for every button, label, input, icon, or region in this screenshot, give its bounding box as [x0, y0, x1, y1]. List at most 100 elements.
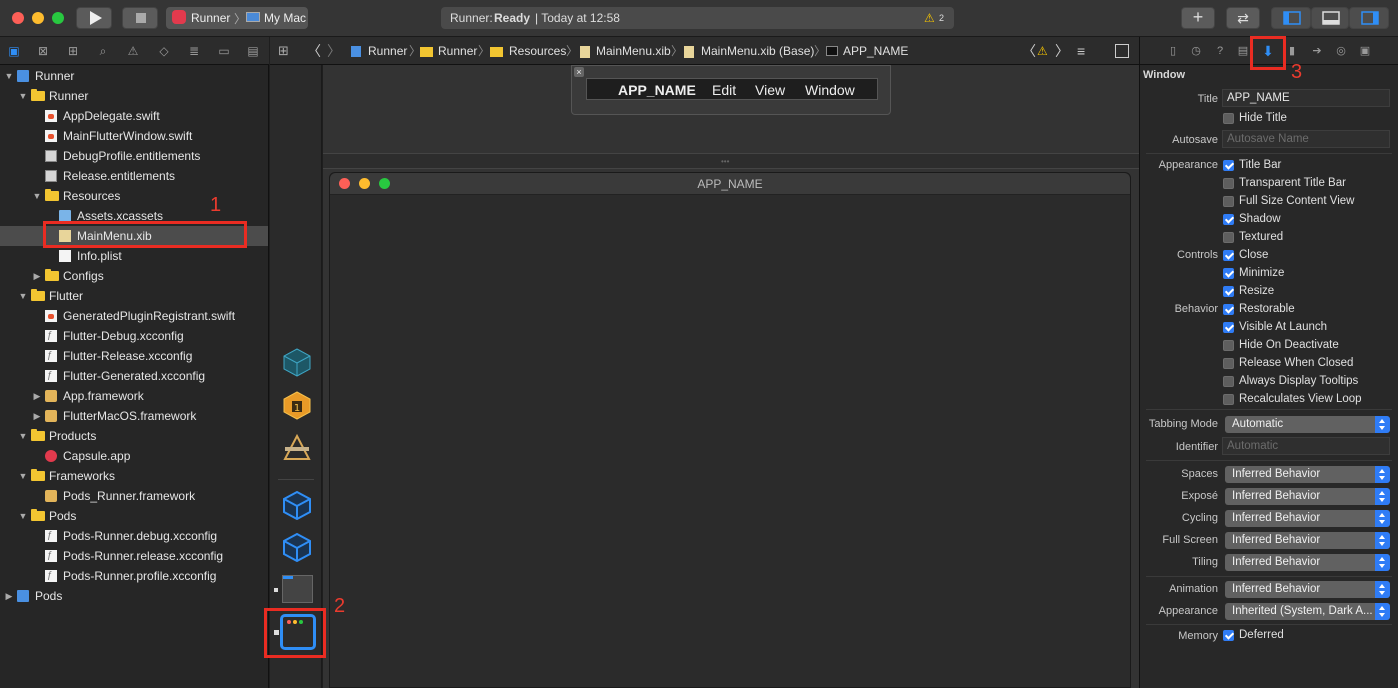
disclosure-open-icon[interactable]: ▼: [18, 506, 28, 526]
tree-row[interactable]: ▶ Configs: [0, 266, 268, 286]
scheme-selector[interactable]: Runner 〉 My Mac: [166, 7, 308, 29]
disclosure-closed-icon[interactable]: ▶: [32, 406, 42, 426]
option-checkbox[interactable]: [1223, 178, 1234, 189]
tree-row[interactable]: Flutter-Release.xcconfig: [0, 346, 268, 366]
tree-row[interactable]: Capsule.app: [0, 446, 268, 466]
debug-icon[interactable]: ≣: [187, 44, 201, 58]
placeholder-cube-icon[interactable]: [282, 347, 312, 377]
full-screen-popup[interactable]: Inferred Behavior: [1225, 532, 1390, 549]
crumb-mainmenu-xib[interactable]: MainMenu.xib: [596, 37, 671, 65]
zoom-window-button[interactable]: [52, 12, 64, 24]
crumb-mainmenu-base[interactable]: MainMenu.xib (Base): [701, 37, 814, 65]
tree-row[interactable]: ▼ Frameworks: [0, 466, 268, 486]
menu-edit[interactable]: Edit: [712, 79, 736, 101]
disclosure-closed-icon[interactable]: ▶: [32, 266, 42, 286]
tree-row[interactable]: MainFlutterWindow.swift: [0, 126, 268, 146]
crumb-runner-project[interactable]: Runner: [368, 37, 407, 65]
option-checkbox[interactable]: [1223, 232, 1234, 243]
object-cube-icon[interactable]: [282, 490, 312, 520]
deferred-checkbox[interactable]: [1223, 630, 1234, 641]
history-icon[interactable]: ◷: [1189, 44, 1203, 58]
menu-window[interactable]: Window: [805, 79, 855, 101]
option-checkbox[interactable]: [1223, 196, 1234, 207]
identity-icon[interactable]: ▤: [1236, 44, 1250, 58]
tree-row[interactable]: AppDelegate.swift: [0, 106, 268, 126]
help-icon[interactable]: ?: [1213, 44, 1227, 58]
bindings-icon[interactable]: ◎: [1334, 44, 1348, 58]
option-checkbox[interactable]: [1223, 358, 1234, 369]
animation-popup[interactable]: Inferred Behavior: [1225, 581, 1390, 598]
code-review-button[interactable]: ⇄: [1226, 7, 1260, 29]
tree-row[interactable]: Flutter-Debug.xcconfig: [0, 326, 268, 346]
warning-icon[interactable]: ⚠: [1037, 37, 1048, 65]
size-inspector-icon[interactable]: ▮: [1285, 44, 1299, 58]
disclosure-closed-icon[interactable]: ▶: [32, 386, 42, 406]
run-button[interactable]: [76, 7, 112, 29]
disclosure-open-icon[interactable]: ▼: [18, 466, 28, 486]
close-window-button[interactable]: [12, 12, 24, 24]
toggle-navigator-button[interactable]: [1271, 7, 1311, 29]
tree-row[interactable]: ▼ Runner: [0, 86, 268, 106]
tiling-popup[interactable]: Inferred Behavior: [1225, 554, 1390, 571]
disclosure-open-icon[interactable]: ▼: [18, 86, 28, 106]
effects-icon[interactable]: ▣: [1358, 44, 1372, 58]
appearance-popup[interactable]: Inherited (System, Dark A...: [1225, 603, 1390, 620]
window-preview[interactable]: APP_NAME: [329, 172, 1131, 688]
grid-icon[interactable]: ⊞: [278, 37, 289, 65]
main-menu-icon[interactable]: [282, 575, 313, 603]
toggle-debug-area-button[interactable]: [1311, 7, 1349, 29]
tree-row[interactable]: ▼ Products: [0, 426, 268, 446]
tree-row[interactable]: Pods-Runner.release.xcconfig: [0, 546, 268, 566]
tree-row[interactable]: ▼ Pods: [0, 506, 268, 526]
first-responder-icon[interactable]: 1: [282, 390, 312, 420]
crumb-resources[interactable]: Resources: [509, 37, 566, 65]
close-icon[interactable]: ×: [574, 67, 584, 77]
option-checkbox[interactable]: [1223, 376, 1234, 387]
menu-view[interactable]: View: [755, 79, 785, 101]
forward-icon[interactable]: 〉: [327, 37, 341, 65]
connections-icon[interactable]: ➔: [1310, 44, 1324, 58]
tree-row[interactable]: ▼ Flutter: [0, 286, 268, 306]
previous-issue-icon[interactable]: 〈: [1022, 37, 1036, 65]
option-checkbox[interactable]: [1223, 304, 1234, 315]
option-checkbox[interactable]: [1223, 322, 1234, 333]
option-checkbox[interactable]: [1223, 214, 1234, 225]
option-checkbox[interactable]: [1223, 394, 1234, 405]
tree-row[interactable]: ▶ App.framework: [0, 386, 268, 406]
lines-icon[interactable]: ≡: [1077, 37, 1085, 65]
autosave-field[interactable]: Autosave Name: [1222, 130, 1390, 148]
option-checkbox[interactable]: [1223, 250, 1234, 261]
report-icon[interactable]: ▤: [246, 44, 260, 58]
disclosure-closed-icon[interactable]: ▶: [4, 586, 14, 606]
crumb-runner-folder[interactable]: Runner: [438, 37, 477, 65]
library-button[interactable]: +: [1181, 7, 1215, 29]
crumb-app-name[interactable]: APP_NAME: [843, 37, 908, 65]
tabbing-mode-popup[interactable]: Automatic: [1225, 416, 1390, 433]
tree-row[interactable]: Flutter-Generated.xcconfig: [0, 366, 268, 386]
tree-row[interactable]: GeneratedPluginRegistrant.swift: [0, 306, 268, 326]
stop-button[interactable]: [122, 7, 158, 29]
tree-row[interactable]: Release.entitlements: [0, 166, 268, 186]
symbol-icon[interactable]: ⊞: [66, 44, 80, 58]
folder-icon[interactable]: ▣: [7, 44, 21, 58]
tree-row[interactable]: Pods_Runner.framework: [0, 486, 268, 506]
back-icon[interactable]: 〈: [307, 37, 321, 65]
hide-title-checkbox[interactable]: [1223, 113, 1234, 124]
canvas-splitter[interactable]: •••: [323, 153, 1139, 169]
expose-popup[interactable]: Inferred Behavior: [1225, 488, 1390, 505]
test-icon[interactable]: ◇: [157, 44, 171, 58]
tree-row[interactable]: ▶ Pods: [0, 586, 268, 606]
spaces-popup[interactable]: Inferred Behavior: [1225, 466, 1390, 483]
add-editor-icon[interactable]: [1115, 44, 1129, 58]
source-control-icon[interactable]: ⊠: [36, 44, 50, 58]
tree-row[interactable]: ▶ FlutterMacOS.framework: [0, 406, 268, 426]
tree-row[interactable]: ▼ Resources: [0, 186, 268, 206]
title-field[interactable]: APP_NAME: [1222, 89, 1390, 107]
option-checkbox[interactable]: [1223, 340, 1234, 351]
search-icon[interactable]: ⌕: [96, 44, 110, 58]
tree-row[interactable]: Info.plist: [0, 246, 268, 266]
option-checkbox[interactable]: [1223, 286, 1234, 297]
disclosure-open-icon[interactable]: ▼: [4, 66, 14, 86]
breakpoint-icon[interactable]: ▭: [217, 44, 231, 58]
tree-row[interactable]: Pods-Runner.debug.xcconfig: [0, 526, 268, 546]
